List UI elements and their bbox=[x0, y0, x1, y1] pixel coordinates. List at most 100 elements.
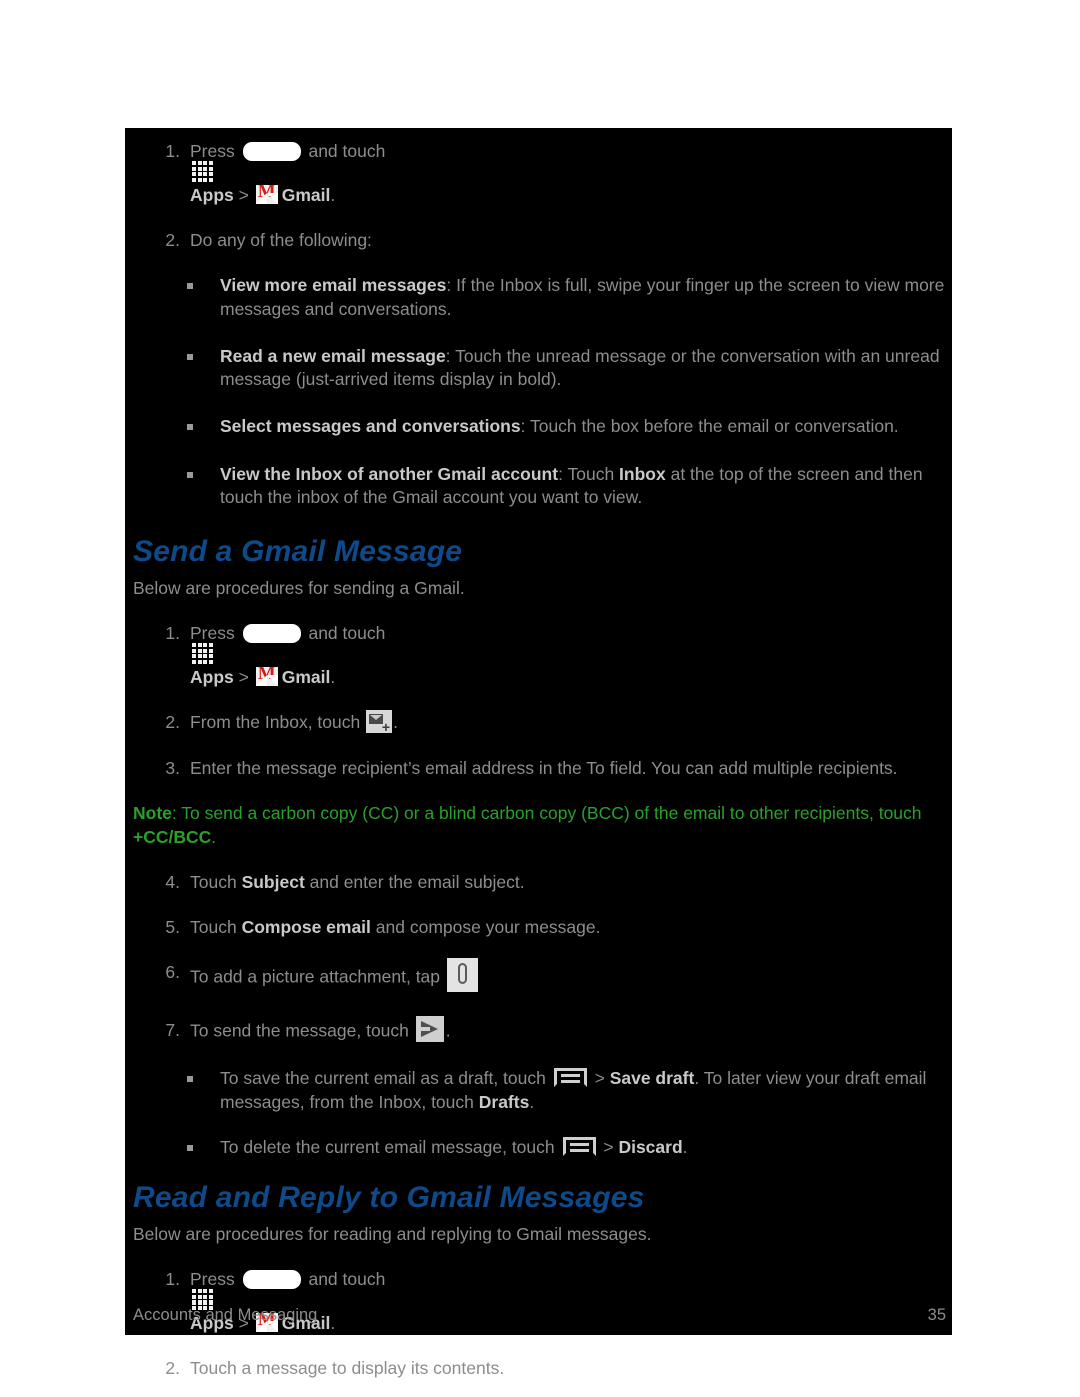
step-item: 2. Touch a message to display its conten… bbox=[125, 1357, 948, 1380]
step-text-a: Touch bbox=[190, 917, 242, 938]
step-number: 1. bbox=[165, 1269, 180, 1290]
note-block: Note: To send a carbon copy (CC) or a bl… bbox=[133, 802, 948, 849]
bullet-square-icon bbox=[187, 283, 193, 290]
step-number: 2. bbox=[165, 1358, 180, 1379]
save-draft-label: Save draft bbox=[609, 1068, 695, 1089]
menu-key-icon bbox=[553, 1068, 587, 1088]
gmail-label: Gmail bbox=[281, 185, 331, 206]
step-number: 6. bbox=[165, 962, 180, 983]
bullet-text-a: To delete the current email message, tou… bbox=[220, 1137, 560, 1158]
bullet-square-icon bbox=[187, 1076, 193, 1083]
bullet-lead: Select messages and conversations bbox=[220, 416, 521, 437]
apps-grid-icon bbox=[192, 161, 213, 183]
step-number: 3. bbox=[165, 757, 180, 778]
step-number: 4. bbox=[165, 872, 180, 893]
compose-email-label: Compose email bbox=[241, 917, 371, 938]
step-text-press: Press bbox=[190, 1269, 240, 1290]
list-item: View the Inbox of another Gmail account:… bbox=[125, 463, 948, 510]
step-number: 5. bbox=[165, 917, 180, 938]
step-text-a: Touch bbox=[190, 872, 242, 893]
step-text-and-touch: and touch bbox=[303, 1269, 386, 1290]
page-title-send-gmail: Send a Gmail Message bbox=[133, 535, 463, 569]
list-item: Read a new email message: Touch the unre… bbox=[125, 345, 948, 392]
send-steps-list-a: 1. Press and touch Apps > M Gmail. 2. Fro… bbox=[125, 622, 948, 780]
subject-label: Subject bbox=[241, 872, 305, 893]
home-key-icon bbox=[242, 623, 301, 643]
step-text: From the Inbox, touch bbox=[190, 712, 366, 733]
gmail-label: Gmail bbox=[281, 666, 331, 687]
step-item: 1. Press and touch Apps > M Gmail. bbox=[125, 1268, 948, 1335]
bullet-text-a: To save the current email as a draft, to… bbox=[220, 1068, 551, 1089]
cc-bcc-label: +CC/BCC bbox=[133, 826, 212, 847]
inbox-label: Inbox bbox=[619, 463, 666, 484]
section-intro-send: Below are procedures for sending a Gmail… bbox=[133, 578, 465, 599]
list-item: To save the current email as a draft, to… bbox=[125, 1067, 948, 1114]
note-text-a: : To send a carbon copy (CC) or a blind … bbox=[171, 803, 922, 824]
note-label: Note bbox=[133, 803, 172, 824]
home-key-icon bbox=[242, 1269, 301, 1289]
bullet-rest-a: : Touch bbox=[558, 463, 620, 484]
bullet-square-icon bbox=[187, 424, 193, 431]
step-number: 1. bbox=[165, 622, 180, 643]
discard-label: Discard bbox=[618, 1137, 683, 1158]
step-number: 7. bbox=[165, 1020, 180, 1041]
list-item: View more email messages: If the Inbox i… bbox=[125, 274, 948, 321]
gmail-icon: M bbox=[255, 666, 278, 686]
paperclip-attach-icon bbox=[446, 958, 478, 993]
step-text: To add a picture attachment, tap bbox=[190, 967, 445, 988]
step-item: 3. Enter the message recipient’s email a… bbox=[125, 757, 948, 780]
step-item: 1. Press and touch Apps > M Gmail. bbox=[125, 622, 948, 689]
step-item: 5. Touch Compose email and compose your … bbox=[125, 916, 948, 939]
step-item: 2. Do any of the following: bbox=[125, 229, 948, 252]
page-content: 1. Press and touch Apps > M Gmail. 2. Do … bbox=[125, 140, 952, 1380]
gt-separator: > bbox=[233, 666, 254, 687]
page-footer: Accounts and Messaging 35 bbox=[125, 1306, 952, 1325]
step-text: Do any of the following: bbox=[190, 230, 372, 251]
step-text-b: and enter the email subject. bbox=[304, 872, 525, 893]
period: . bbox=[330, 185, 336, 206]
bullet-lead: View more email messages bbox=[220, 275, 447, 296]
period: . bbox=[682, 1137, 688, 1158]
gt-separator: > bbox=[598, 1137, 619, 1158]
list-item: Select messages and conversations: Touch… bbox=[125, 415, 948, 438]
step-text-and-touch: and touch bbox=[303, 141, 386, 161]
step-text: Enter the message recipient’s email addr… bbox=[190, 757, 898, 778]
step-item: 7. To send the message, touch . bbox=[125, 1016, 948, 1045]
bullet-lead: Read a new email message bbox=[220, 345, 446, 366]
step-text-press: Press bbox=[190, 622, 240, 643]
apps-grid-icon bbox=[192, 642, 213, 664]
home-key-icon bbox=[242, 141, 301, 161]
period: . bbox=[445, 1021, 451, 1042]
gmail-icon: M bbox=[255, 184, 278, 204]
gt-separator: > bbox=[589, 1068, 610, 1089]
step-text-and-touch: and touch bbox=[303, 622, 386, 643]
drafts-label: Drafts bbox=[478, 1091, 530, 1112]
step-text: Touch a message to display its contents. bbox=[190, 1358, 505, 1379]
top-bullets-list: View more email messages: If the Inbox i… bbox=[125, 274, 948, 509]
period: . bbox=[393, 712, 398, 733]
step-number: 2. bbox=[165, 230, 180, 251]
step-item: 2. From the Inbox, touch +. bbox=[125, 709, 948, 735]
step-item: 1. Press and touch Apps > M Gmail. bbox=[125, 140, 948, 207]
bullet-square-icon bbox=[187, 353, 193, 360]
step-text-press: Press bbox=[190, 141, 240, 161]
bullet-square-icon bbox=[187, 471, 193, 478]
top-steps-list: 1. Press and touch Apps > M Gmail. 2. Do … bbox=[125, 140, 948, 252]
send-sub-bullets: To save the current email as a draft, to… bbox=[125, 1067, 948, 1159]
compose-email-icon: + bbox=[366, 709, 393, 734]
step-text: To send the message, touch bbox=[190, 1021, 414, 1042]
menu-key-icon bbox=[562, 1136, 596, 1156]
page-title-read-reply: Read and Reply to Gmail Messages bbox=[133, 1181, 645, 1215]
list-item: To delete the current email message, tou… bbox=[125, 1136, 948, 1159]
send-steps-list-b: 4. Touch Subject and enter the email sub… bbox=[125, 871, 948, 1045]
step-item: 4. Touch Subject and enter the email sub… bbox=[125, 871, 948, 894]
footer-section-label: Accounts and Messaging bbox=[133, 1306, 318, 1324]
note-text-b: . bbox=[211, 826, 217, 847]
gt-separator: > bbox=[233, 185, 254, 206]
bullet-lead: View the Inbox of another Gmail account bbox=[220, 463, 559, 484]
step-number: 1. bbox=[165, 141, 180, 161]
apps-label: Apps bbox=[190, 666, 234, 687]
step-text-b: and compose your message. bbox=[370, 917, 601, 938]
step-item: 6. To add a picture attachment, tap bbox=[125, 958, 948, 995]
page-number: 35 bbox=[927, 1306, 946, 1324]
